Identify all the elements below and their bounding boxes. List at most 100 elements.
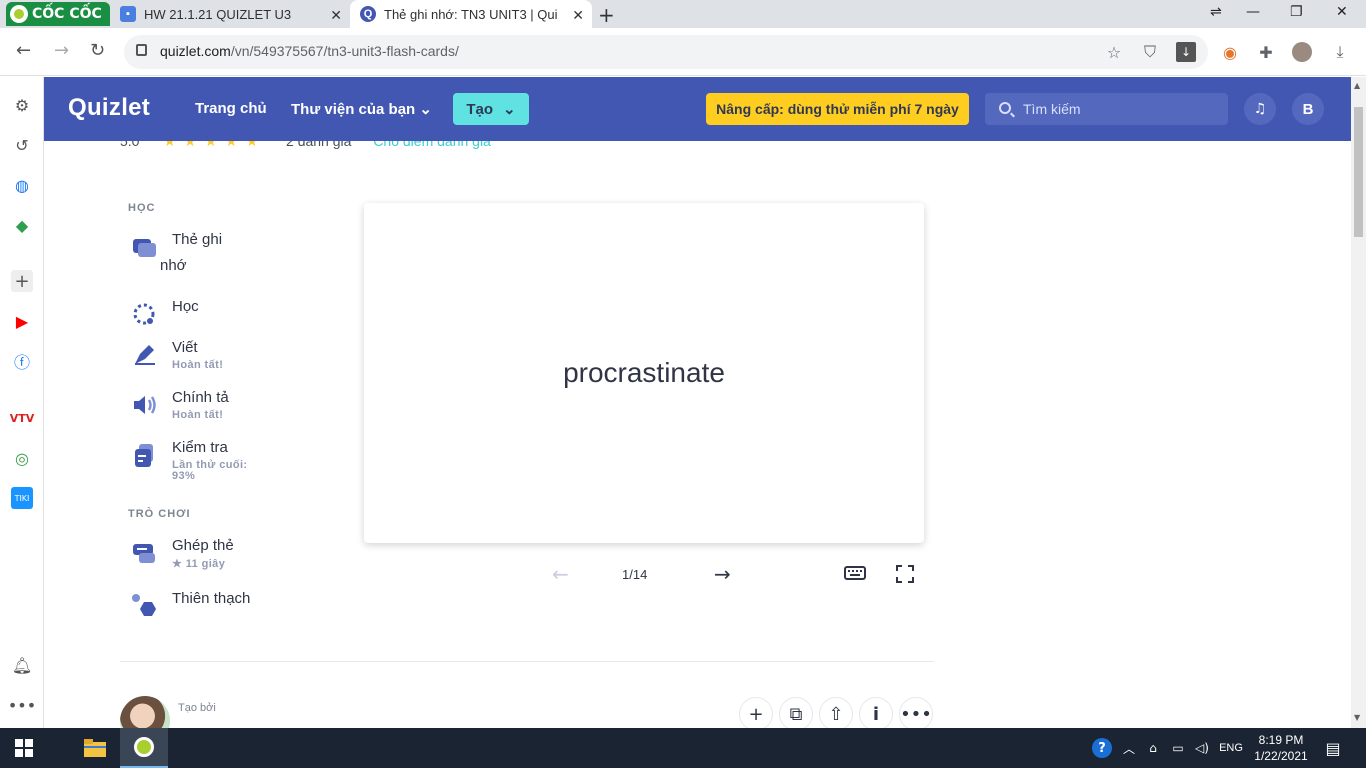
copy-button[interactable]: ⧉ — [779, 697, 813, 731]
flashcard-term: procrastinate — [563, 357, 725, 388]
scroll-down-icon[interactable]: ▼ — [1354, 713, 1360, 722]
share-upload-icon: ⇧ — [828, 703, 844, 725]
mode-status: Hoàn tất! — [172, 409, 224, 421]
next-card-arrow-icon[interactable]: → — [714, 562, 731, 586]
close-tab-icon[interactable]: ✕ — [572, 7, 584, 24]
lock-icon — [136, 44, 147, 56]
flashcard[interactable]: procrastinate — [364, 203, 924, 543]
tiki-icon[interactable]: TIKI — [11, 487, 33, 509]
share-button[interactable]: ⇧ — [819, 697, 853, 731]
nav-library[interactable]: Thư viện của bạn ⌄ — [291, 100, 432, 118]
rate-link[interactable]: Cho điểm đánh giá — [373, 141, 491, 149]
windows-start-icon[interactable] — [0, 728, 48, 768]
upgrade-button[interactable]: Nâng cấp: dùng thử miễn phí 7 ngày — [706, 93, 969, 125]
address-bar[interactable]: quizlet.com/vn/549375567/tn3-unit3-flash… — [124, 35, 1208, 69]
download-icon[interactable]: ↓ — [1176, 42, 1196, 62]
browser-sidebar: ⚙ ↺ ◍ ◆ + ▶ ⓕ VTV ◎ TIKI 🔔︎ ••• — [0, 77, 44, 728]
game-title: Ghép thẻ — [172, 537, 234, 554]
notification-bell-icon[interactable]: 🔔︎ — [11, 654, 33, 676]
puzzle-extensions-icon[interactable]: ✚ — [1256, 42, 1276, 62]
settings-gear-icon[interactable]: ⚙ — [11, 94, 33, 116]
more-options-icon[interactable]: ••• — [8, 694, 36, 716]
quizlet-header: Quizlet Trang chủ Thư viện của bạn ⌄ Tạo… — [44, 77, 1351, 141]
flashcards-icon — [133, 239, 156, 257]
action-center-icon[interactable]: ▤ — [1320, 728, 1346, 768]
mode-test[interactable]: Kiểm tra Lần thử cuối: 93% — [128, 439, 268, 485]
profile-avatar-icon[interactable] — [1292, 42, 1312, 62]
page-scrollbar[interactable]: ▲ ▼ — [1351, 77, 1366, 728]
vtv-go-icon[interactable]: VTV — [10, 407, 35, 429]
fullscreen-icon[interactable] — [896, 565, 914, 583]
mode-spell[interactable]: Chính tả Hoàn tất! — [128, 389, 268, 425]
bookmark-star-icon[interactable]: ☆ — [1104, 42, 1124, 62]
clock-time: 8:19 PM — [1258, 733, 1304, 747]
learn-icon — [133, 303, 155, 325]
info-button[interactable]: i — [859, 697, 893, 731]
map-pin-icon[interactable]: ◎ — [11, 447, 33, 469]
url-text: quizlet.com/vn/549375567/tn3-unit3-flash… — [160, 43, 459, 59]
created-by-label: Tạo bởi — [178, 702, 216, 714]
history-icon[interactable]: ↺ — [11, 134, 33, 156]
section-divider — [120, 661, 934, 662]
shield-icon[interactable]: ⛉ — [1140, 42, 1160, 62]
asteroid-icon — [132, 594, 156, 616]
quizlet-logo[interactable]: Quizlet — [68, 94, 150, 122]
mode-title-line2: nhớ — [160, 257, 187, 274]
youtube-icon[interactable]: ▶ — [11, 310, 33, 332]
minimize-button[interactable]: — — [1246, 4, 1260, 20]
nav-home[interactable]: Trang chủ — [195, 100, 267, 117]
extension-icon[interactable]: ◉ — [1220, 42, 1240, 62]
scrollbar-thumb[interactable] — [1354, 107, 1363, 237]
coccoc-menu-button[interactable]: CỐC CỐC — [6, 2, 110, 26]
previous-card-arrow-icon[interactable]: ← — [552, 562, 569, 586]
facebook-icon[interactable]: ⓕ — [11, 350, 33, 372]
create-button[interactable]: Tạo ⌄ — [453, 93, 529, 125]
more-dots-icon: ••• — [900, 703, 932, 725]
file-explorer-icon[interactable] — [72, 728, 118, 768]
user-avatar[interactable]: B — [1292, 93, 1324, 125]
more-button[interactable]: ••• — [899, 697, 933, 731]
close-window-button[interactable]: ✕ — [1336, 4, 1348, 20]
mode-title: Viết — [172, 339, 198, 356]
back-arrow-icon[interactable]: ← — [16, 40, 31, 61]
mode-write[interactable]: Viết Hoàn tất! — [128, 339, 268, 375]
speaker-icon — [134, 396, 156, 414]
mode-status: Hoàn tất! — [172, 359, 224, 371]
browser-tab-homework[interactable]: ▪ HW 21.1.21 QUIZLET U3 ✕ — [110, 0, 350, 28]
add-shortcut-icon[interactable]: + — [11, 270, 33, 292]
volume-icon[interactable]: ◁) — [1192, 728, 1212, 768]
keyboard-shortcuts-icon[interactable] — [844, 565, 866, 581]
card-counter: 1/14 — [622, 567, 648, 582]
show-hidden-icons-chevron-icon[interactable]: ︿ — [1120, 728, 1138, 768]
game-gravity[interactable]: Thiên thạch — [128, 590, 268, 620]
search-input[interactable]: Tìm kiếm — [985, 93, 1228, 125]
help-icon[interactable]: ? — [1090, 728, 1114, 768]
network-icon[interactable]: ⌂ — [1144, 728, 1162, 768]
language-indicator[interactable]: ENG — [1216, 728, 1246, 768]
game-match[interactable]: Ghép thẻ ★ 11 giây — [128, 537, 268, 573]
forward-arrow-icon[interactable]: → — [54, 40, 69, 61]
new-tab-button[interactable]: + — [598, 3, 615, 27]
tab-search-icon[interactable]: ⇌ — [1210, 4, 1222, 20]
rating-count: 2 đánh giá — [286, 141, 352, 149]
system-clock[interactable]: 8:19 PM 1/22/2021 — [1252, 732, 1310, 764]
study-heading: HỌC — [128, 202, 156, 214]
rating-bar: 5.0 ★★★★★ 2 đánh giá Cho điểm đánh giá — [120, 141, 540, 151]
match-cards-icon — [133, 544, 155, 563]
coccoc-taskbar-icon[interactable] — [120, 728, 168, 768]
add-to-folder-button[interactable]: + — [739, 697, 773, 731]
windows-taskbar: ? ︿ ⌂ ▭ ◁) ENG 8:19 PM 1/22/2021 ▤ — [0, 728, 1366, 768]
reload-icon[interactable]: ↻ — [90, 40, 105, 61]
mode-learn[interactable]: Học — [128, 298, 268, 328]
close-tab-icon[interactable]: ✕ — [330, 7, 342, 24]
battery-icon[interactable]: ▭ — [1168, 728, 1188, 768]
messenger-icon[interactable]: ◍ — [11, 174, 33, 196]
notifications-bell-icon[interactable]: ♫ — [1244, 93, 1276, 125]
mode-flashcards[interactable]: Thẻ ghi nhớ — [128, 231, 268, 277]
mode-title: Chính tả — [172, 389, 229, 406]
game-controller-icon[interactable]: ◆ — [11, 214, 33, 236]
scroll-up-icon[interactable]: ▲ — [1354, 81, 1360, 90]
maximize-button[interactable]: ❐ — [1290, 4, 1303, 20]
browser-tab-quizlet[interactable]: Q Thẻ ghi nhớ: TN3 UNIT3 | Qui ✕ — [350, 0, 592, 28]
downloads-arrow-icon[interactable]: ⤓ — [1330, 42, 1350, 62]
